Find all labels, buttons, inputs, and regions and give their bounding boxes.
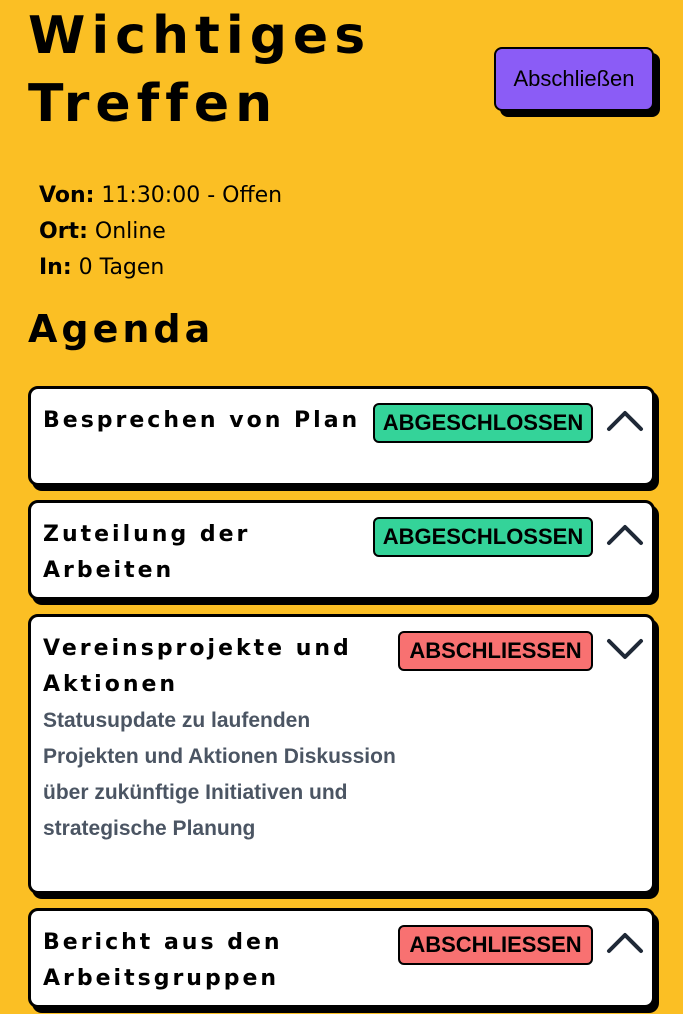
agenda-item-title: Bericht aus den Arbeitsgruppen — [43, 930, 283, 991]
status-badge[interactable]: ABSCHLIESSEN — [398, 925, 593, 965]
agenda-item-title: Besprechen von Plan — [43, 408, 361, 433]
agenda-item[interactable]: Besprechen von Plan ABGESCHLOSSEN — [28, 386, 655, 486]
meeting-page: Wichtiges Treffen Abschließen Von: 11:30… — [0, 0, 683, 1014]
meta-from-value: 11:30:00 - Offen — [101, 183, 283, 208]
meta-place-label: Ort: — [39, 219, 88, 244]
chevron-down-icon[interactable] — [605, 631, 645, 667]
meta-in-label: In: — [39, 255, 72, 280]
meta-in-value: 0 Tagen — [78, 255, 165, 280]
meta-in-row: In: 0 Tagen — [39, 250, 282, 286]
agenda-item-title: Zuteilung der Arbeiten — [43, 522, 251, 583]
status-badge[interactable]: ABGESCHLOSSEN — [373, 517, 593, 557]
meta-place-value: Online — [94, 219, 166, 244]
agenda-heading: Agenda — [28, 307, 215, 351]
meta-from-label: Von: — [39, 183, 95, 208]
meta-from-row: Von: 11:30:00 - Offen — [39, 178, 282, 214]
status-badge[interactable]: ABSCHLIESSEN — [398, 631, 593, 671]
chevron-up-icon[interactable] — [605, 403, 645, 439]
meta-place-row: Ort: Online — [39, 214, 282, 250]
agenda-item-description: Statusupdate zu laufenden Projekten und … — [43, 709, 396, 840]
agenda-item-title: Vereinsprojekte und Aktionen — [43, 636, 352, 697]
agenda-item[interactable]: Bericht aus den Arbeitsgruppen ABSCHLIES… — [28, 908, 655, 1008]
meeting-meta: Von: 11:30:00 - Offen Ort: Online In: 0 … — [39, 178, 282, 286]
agenda-item[interactable]: Zuteilung der Arbeiten ABGESCHLOSSEN — [28, 500, 655, 600]
meeting-title: Wichtiges Treffen — [28, 6, 372, 134]
agenda-item[interactable]: Vereinsprojekte und Aktionen Statusupdat… — [28, 614, 655, 894]
status-badge[interactable]: ABGESCHLOSSEN — [373, 403, 593, 443]
chevron-up-icon[interactable] — [605, 517, 645, 553]
chevron-up-icon[interactable] — [605, 925, 645, 961]
finish-meeting-button[interactable]: Abschließen — [494, 47, 654, 111]
